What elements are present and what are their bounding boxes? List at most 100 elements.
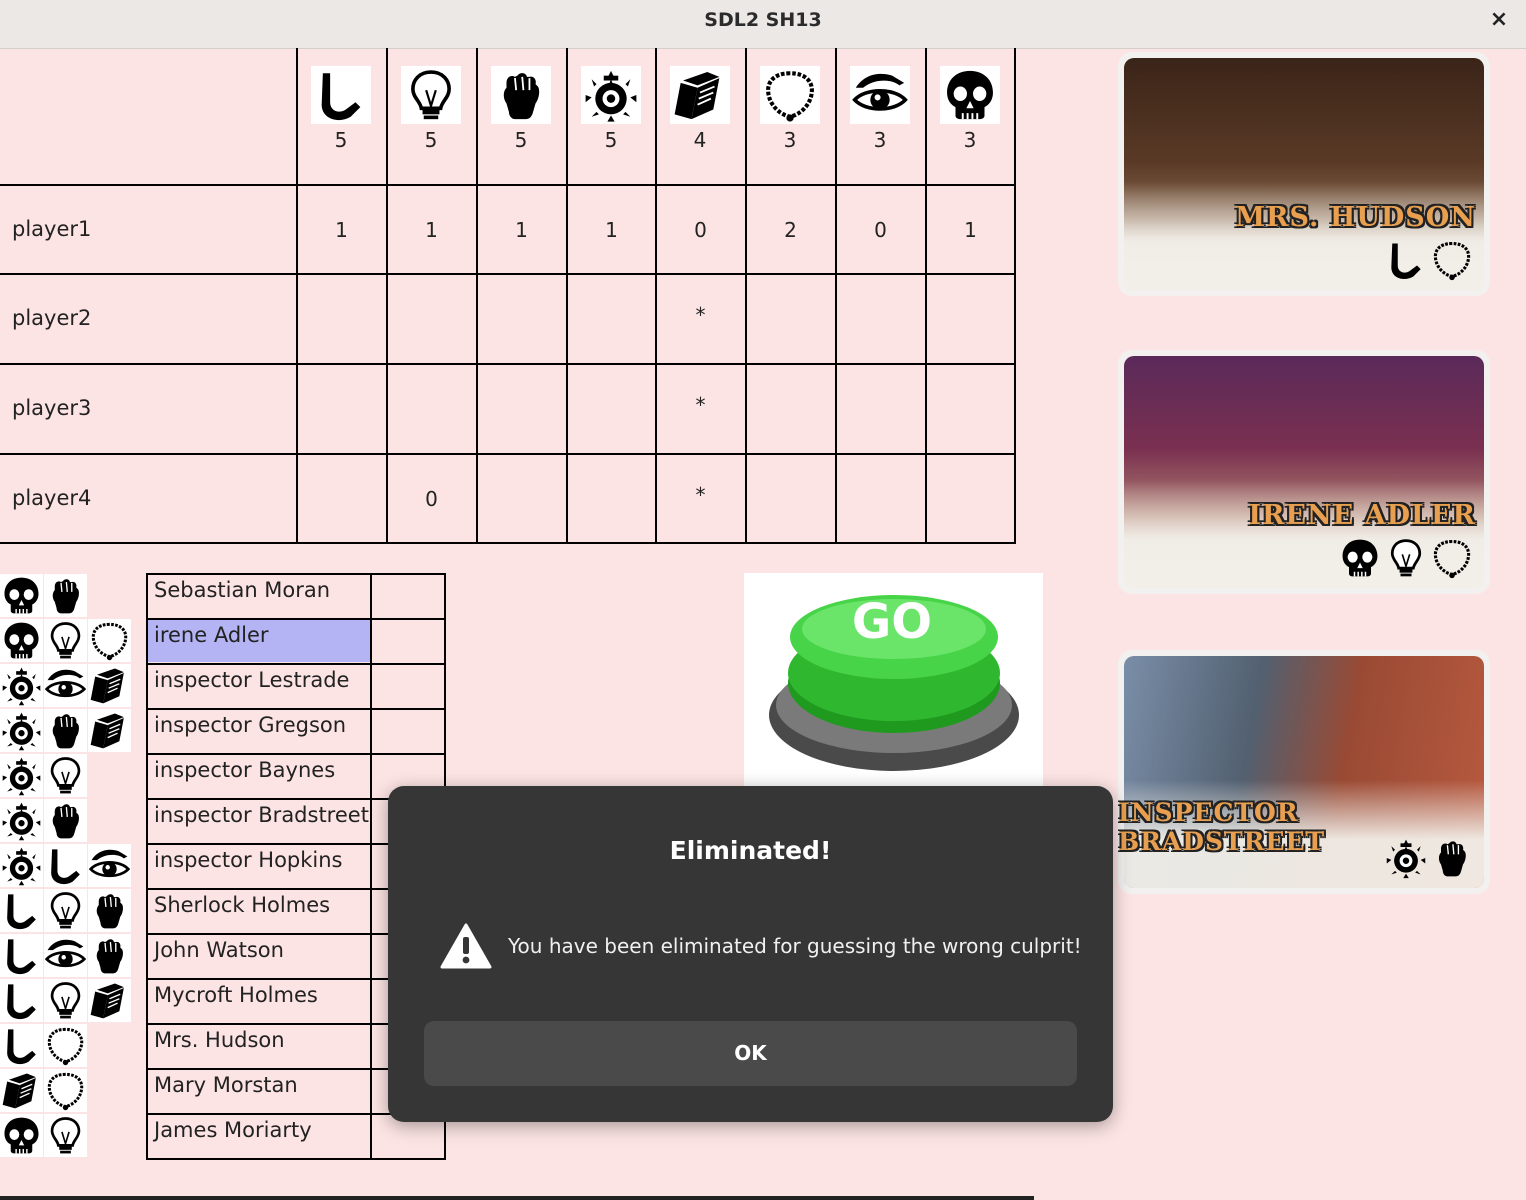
dialog-message: You have been eliminated for guessing th…	[508, 934, 1082, 958]
skull-icon	[1338, 536, 1382, 580]
player-name[interactable]: player1	[12, 217, 91, 241]
skull-icon	[0, 1114, 43, 1157]
fist-icon	[44, 799, 87, 842]
item-count: 4	[693, 128, 707, 152]
grid-line-v	[476, 48, 478, 544]
grid-line-v	[566, 48, 568, 544]
item-count: 3	[963, 128, 977, 152]
grid-line-h	[146, 1158, 446, 1160]
player-cell[interactable]: 0	[387, 487, 476, 511]
card-icons	[1384, 238, 1474, 282]
suspect-name[interactable]: James Moriarty	[154, 1118, 312, 1142]
suspect-name[interactable]: Sebastian Moran	[154, 578, 330, 602]
necklace-icon	[1430, 238, 1474, 282]
book-icon[interactable]	[670, 66, 730, 124]
grid-line-v	[655, 48, 657, 544]
player-name[interactable]: player4	[12, 486, 91, 510]
suspect-mark[interactable]	[372, 709, 444, 752]
necklace-icon	[44, 1024, 87, 1067]
grid-line-h	[0, 363, 1016, 365]
suspect-name[interactable]: Mycroft Holmes	[154, 983, 318, 1007]
player-cell[interactable]: 0	[656, 218, 745, 242]
eye-icon	[88, 844, 131, 887]
window-title: SDL2 SH13	[704, 9, 822, 31]
bottom-border	[0, 1196, 1034, 1200]
fist-icon	[88, 889, 131, 932]
pipe-icon[interactable]	[311, 66, 371, 124]
badge-icon	[1384, 836, 1428, 880]
suspect-name[interactable]: Mary Morstan	[154, 1073, 298, 1097]
book-icon	[88, 709, 131, 752]
suspect-name[interactable]: inspector Hopkins	[154, 848, 343, 872]
fist-icon	[44, 709, 87, 752]
lightbulb-icon[interactable]	[401, 66, 461, 124]
card-name: MRS. HUDSON	[1235, 202, 1476, 233]
lightbulb-icon	[44, 979, 87, 1022]
suspect-name[interactable]: Sherlock Holmes	[154, 893, 330, 917]
player-cell[interactable]: 1	[926, 218, 1015, 242]
fist-icon	[88, 934, 131, 977]
skull-icon[interactable]	[940, 66, 1000, 124]
badge-icon	[0, 709, 43, 752]
suspect-name[interactable]: John Watson	[154, 938, 284, 962]
suspect-name[interactable]: inspector Lestrade	[154, 668, 349, 692]
player-cell[interactable]: *	[656, 393, 745, 417]
player-cell[interactable]: 0	[836, 218, 925, 242]
necklace-icon	[1430, 536, 1474, 580]
ok-button[interactable]: OK	[424, 1021, 1077, 1086]
suspect-name[interactable]: irene Adler	[154, 623, 269, 647]
player-cell[interactable]: 1	[297, 218, 386, 242]
character-card[interactable]: MRS. HUDSON	[1118, 52, 1490, 296]
eye-icon	[44, 934, 87, 977]
lightbulb-icon	[44, 1114, 87, 1157]
player-cell[interactable]: 1	[567, 218, 656, 242]
pipe-icon	[44, 844, 87, 887]
eye-icon[interactable]	[850, 66, 910, 124]
item-count: 5	[514, 128, 528, 152]
badge-icon	[0, 664, 43, 707]
grid-line-h	[0, 273, 1016, 275]
title-bar: SDL2 SH13 ×	[0, 0, 1526, 49]
character-card[interactable]: INSPECTOR BRADSTREET	[1118, 650, 1490, 894]
grid-line-v	[386, 48, 388, 544]
close-icon[interactable]: ×	[1484, 4, 1514, 36]
necklace-icon[interactable]	[760, 66, 820, 124]
fist-icon	[1430, 836, 1474, 880]
book-icon	[0, 1069, 43, 1112]
suspect-mark[interactable]	[372, 619, 444, 662]
player-cell[interactable]: 1	[477, 218, 566, 242]
player-cell[interactable]: 2	[746, 218, 835, 242]
card-icons	[1384, 836, 1474, 880]
player-name[interactable]: player2	[12, 306, 91, 330]
suspect-name[interactable]: inspector Baynes	[154, 758, 335, 782]
suspect-name[interactable]: Mrs. Hudson	[154, 1028, 285, 1052]
suspect-mark[interactable]	[372, 574, 444, 617]
player-cell[interactable]: 1	[387, 218, 476, 242]
suspect-mark[interactable]	[372, 664, 444, 707]
book-icon	[88, 979, 131, 1022]
lightbulb-icon	[44, 889, 87, 932]
pipe-icon	[0, 979, 43, 1022]
pipe-icon	[0, 889, 43, 932]
player-name[interactable]: player3	[12, 396, 91, 420]
suspect-name[interactable]: inspector Bradstreet	[154, 803, 369, 827]
necklace-icon	[44, 1069, 87, 1112]
book-icon	[88, 664, 131, 707]
card-icons	[1338, 536, 1474, 580]
badge-icon[interactable]	[581, 66, 641, 124]
item-count: 3	[873, 128, 887, 152]
badge-icon	[0, 844, 43, 887]
character-card[interactable]: IRENE ADLER	[1118, 350, 1490, 594]
suspect-name[interactable]: inspector Gregson	[154, 713, 346, 737]
grid-line-v	[1014, 48, 1016, 544]
fist-icon[interactable]	[491, 66, 551, 124]
grid-line-h	[0, 453, 1016, 455]
eye-icon	[44, 664, 87, 707]
pipe-icon	[0, 1024, 43, 1067]
lightbulb-icon	[44, 754, 87, 797]
item-count: 5	[334, 128, 348, 152]
player-cell[interactable]: *	[656, 483, 745, 507]
player-cell[interactable]: *	[656, 303, 745, 327]
go-button[interactable]: GO	[744, 573, 1043, 787]
skull-icon	[0, 619, 43, 662]
